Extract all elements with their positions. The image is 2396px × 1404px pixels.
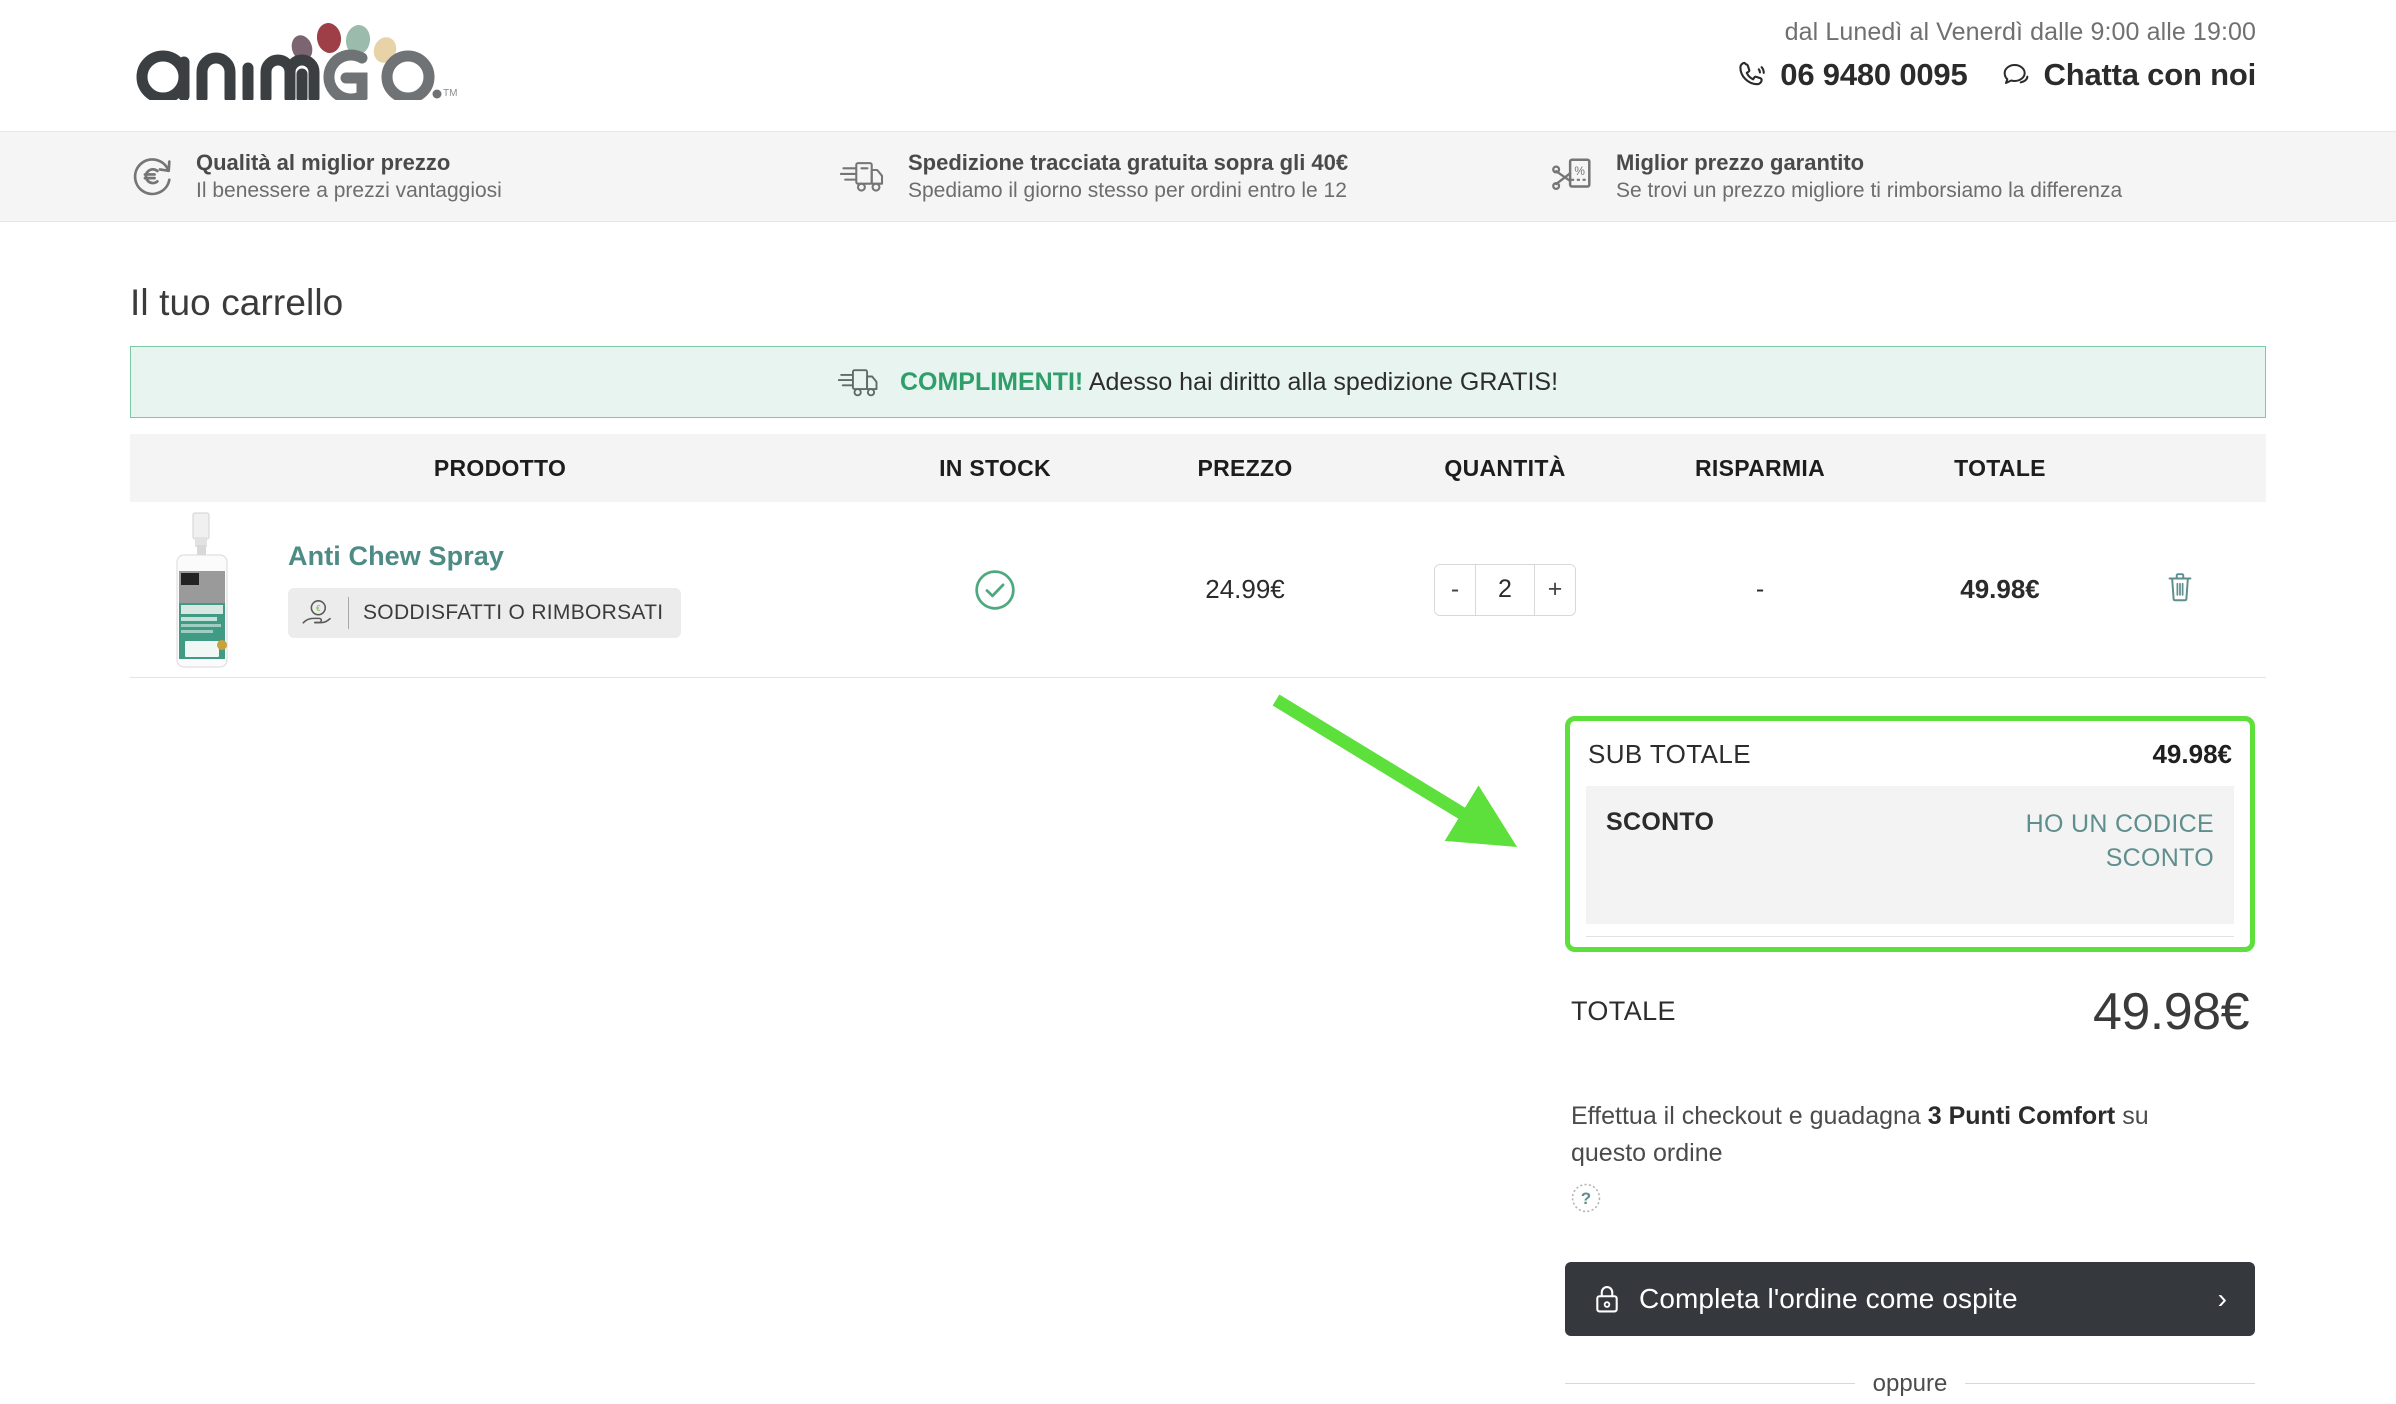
summary-divider xyxy=(1586,935,2234,937)
chat-link[interactable]: Chatta con noi xyxy=(2000,57,2256,93)
free-shipping-banner: COMPLIMENTI! Adesso hai diritto alla spe… xyxy=(130,346,2266,418)
total-label: TOTALE xyxy=(1571,996,1676,1026)
delivery-truck-icon xyxy=(837,369,878,397)
loyalty-help-button[interactable]: ? xyxy=(1569,1181,2255,1220)
divider-line-right xyxy=(1965,1383,2256,1384)
opening-hours: dal Lunedì al Venerdì dalle 9:00 alle 19… xyxy=(1784,18,2256,46)
usp-title: Miglior prezzo garantito xyxy=(1616,150,1865,176)
cart-table-header: PRODOTTO IN STOCK PREZZO QUANTITÀ RISPAR… xyxy=(130,434,2266,502)
coupon-scissors-icon: % xyxy=(1552,158,1591,191)
site-header: TM dal Lunedì al Venerdì dalle 9:00 alle… xyxy=(0,0,2396,132)
savings-value: - xyxy=(1755,575,1765,603)
badge-label: SODDISFATTI O RIMBORSATI xyxy=(363,601,664,624)
question-mark-icon: ? xyxy=(1571,1183,1601,1212)
guest-checkout-button[interactable]: Completa l'ordine come ospite › xyxy=(1565,1261,2255,1336)
unit-price: 24.99€ xyxy=(1205,574,1285,604)
svg-text:€: € xyxy=(316,604,321,613)
hand-holding-coin-icon: € xyxy=(302,600,331,624)
svg-text:%: % xyxy=(1574,165,1585,179)
chevron-right-icon: › xyxy=(2217,1282,2227,1314)
product-cell: Anti Chew Spray € SODDISFATTI O RIMBORSA… xyxy=(130,506,870,674)
quantity-decrease-button[interactable]: - xyxy=(1435,564,1475,615)
column-header-total: TOTALE xyxy=(1954,454,2046,481)
usp-item-price-guarantee: % Miglior prezzo garantito Se trovi un p… xyxy=(1550,149,2260,204)
quantity-increase-button[interactable]: + xyxy=(1535,564,1575,615)
trash-icon xyxy=(2168,573,2192,602)
line-total: 49.98€ xyxy=(1960,574,2040,604)
loyalty-points-amount: 3 Punti Comfort xyxy=(1927,1101,2116,1130)
checkout-button-label: Completa l'ordine come ospite xyxy=(1639,1282,2018,1314)
remove-item-button[interactable] xyxy=(2164,570,2196,609)
apply-discount-code-link[interactable]: HO UN CODICE SCONTO xyxy=(1954,808,2214,876)
banner-text: Adesso hai diritto alla spedizione GRATI… xyxy=(1083,367,1559,396)
check-circle-icon xyxy=(975,569,1015,610)
product-name-link[interactable]: Anti Chew Spray xyxy=(288,541,681,572)
total-row: TOTALE 49.98€ xyxy=(1565,982,2255,1042)
badge-divider xyxy=(348,597,349,629)
contact-row: 06 9480 0095 Chatta con noi xyxy=(1734,57,2256,93)
usp-bar: Qualità al miglior prezzo Il benessere a… xyxy=(0,132,2396,222)
chat-label: Chatta con noi xyxy=(2043,57,2257,92)
discount-row: SCONTO HO UN CODICE SCONTO xyxy=(1586,786,2234,924)
divider-line-left xyxy=(1565,1383,1855,1384)
usp-subtitle: Il benessere a prezzi vantaggiosi xyxy=(196,178,502,202)
column-header-price: PREZZO xyxy=(1197,454,1293,481)
subtotal-row: SUB TOTALE 49.98€ xyxy=(1586,735,2234,786)
column-header-save: RISPARMIA xyxy=(1694,454,1826,481)
phone-icon xyxy=(1739,61,1766,86)
logo-svg: TM xyxy=(136,23,457,100)
svg-text:?: ? xyxy=(1581,1189,1591,1208)
usp-subtitle: Se trovi un prezzo migliore ti rimborsia… xyxy=(1616,178,2123,202)
product-thumbnail[interactable] xyxy=(138,506,266,674)
banner-highlight: COMPLIMENTI! xyxy=(899,367,1084,396)
lock-icon xyxy=(1596,1285,1618,1312)
column-header-stock: IN STOCK xyxy=(939,454,1051,481)
quantity-stepper[interactable]: - 2 + xyxy=(1434,563,1576,616)
subtotal-value: 49.98€ xyxy=(2152,739,2232,769)
annotation-arrow xyxy=(1272,694,1518,847)
chat-bubble-icon xyxy=(2003,64,2028,84)
header-contact-block: dal Lunedì al Venerdì dalle 9:00 alle 19… xyxy=(1734,18,2256,93)
delivery-truck-icon xyxy=(840,162,884,193)
loyalty-text-pre: Effettua il checkout e guadagna xyxy=(1571,1101,1928,1130)
quantity-input[interactable]: 2 xyxy=(1475,564,1535,615)
usp-subtitle: Spediamo il giorno stesso per ordini ent… xyxy=(908,178,1347,202)
table-row: Anti Chew Spray € SODDISFATTI O RIMBORSA… xyxy=(130,502,2266,678)
quantity-cell: - 2 + xyxy=(1370,563,1640,616)
column-header-product: PRODOTTO xyxy=(433,454,567,481)
usp-title: Spedizione tracciata gratuita sopra gli … xyxy=(908,150,1349,176)
status-badge: € SODDISFATTI O RIMBORSATI xyxy=(288,588,682,638)
usp-title: Qualità al miglior prezzo xyxy=(196,150,451,176)
loyalty-points-text: Effettua il checkout e guadagna 3 Punti … xyxy=(1565,1098,2205,1173)
anti-chew-spray-bottle-image xyxy=(176,512,228,667)
animigo-logo[interactable]: TM xyxy=(130,22,460,100)
logo-trademark: TM xyxy=(443,88,457,99)
column-header-quantity: QUANTITÀ xyxy=(1444,454,1566,481)
cart-content: Il tuo carrello COMPLIMENTI! Adesso hai … xyxy=(0,282,2396,678)
subtotal-label: SUB TOTALE xyxy=(1588,739,1751,769)
phone-link[interactable]: 06 9480 0095 xyxy=(1734,57,1968,93)
or-divider: oppure xyxy=(1565,1369,2256,1398)
summary-highlight-box: SUB TOTALE 49.98€ SCONTO HO UN CODICE SC… xyxy=(1565,716,2255,952)
page-title: Il tuo carrello xyxy=(130,282,344,323)
discount-label: SCONTO xyxy=(1606,808,1715,836)
usp-item-quality: Qualità al miglior prezzo Il benessere a… xyxy=(130,149,840,204)
phone-number: 06 9480 0095 xyxy=(1780,57,1968,92)
stock-cell xyxy=(870,568,1120,612)
delete-cell xyxy=(2120,570,2240,609)
cart-page: TM dal Lunedì al Venerdì dalle 9:00 alle… xyxy=(0,0,2396,1404)
usp-item-shipping: Spedizione tracciata gratuita sopra gli … xyxy=(840,149,1550,204)
product-info: Anti Chew Spray € SODDISFATTI O RIMBORSA… xyxy=(272,541,682,638)
total-value: 49.98€ xyxy=(2092,982,2250,1041)
or-label: oppure xyxy=(1872,1369,1948,1397)
order-summary: SUB TOTALE 49.98€ SCONTO HO UN CODICE SC… xyxy=(1565,716,2256,1398)
euro-refund-icon xyxy=(133,158,171,196)
